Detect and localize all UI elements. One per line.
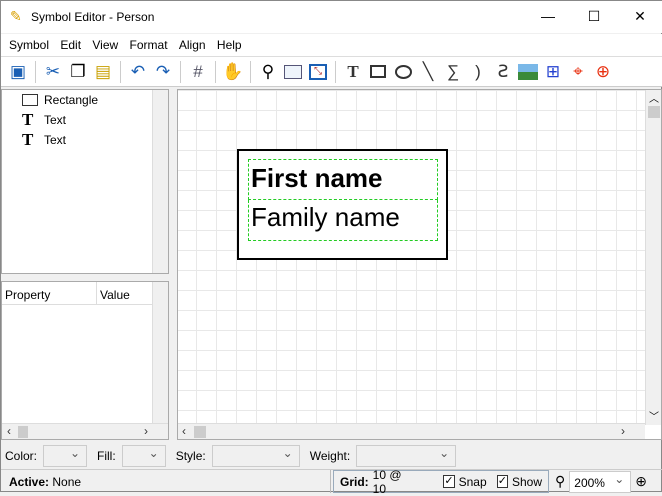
element-tree: Rectangle T Text T Text [1,89,169,274]
first-name-label: First name [251,163,383,193]
zoom-icon[interactable]: ⚲ [257,61,279,83]
line-tool-icon[interactable]: ╲ [417,61,439,83]
zoom-fit-icon[interactable]: ⤡ [307,61,329,83]
window-title: Symbol Editor - Person [31,10,155,24]
tree-item-text[interactable]: T Text [2,130,168,150]
rectangle-tool-icon[interactable] [367,61,389,83]
first-name-text[interactable]: First name [248,159,438,200]
tree-item-label: Rectangle [44,93,99,107]
active-value: None [52,475,82,489]
color-label: Color: [5,449,38,463]
redo-icon[interactable]: ↷ [152,61,174,83]
format-bar: Color: Fill: Style: Weight: [5,444,457,468]
grid-value: 10 @ 10 [372,467,402,496]
origin-tool-icon[interactable]: ⊕ [592,61,614,83]
grid-icon[interactable]: # [187,61,209,83]
style-label: Style: [175,449,206,463]
weight-label: Weight: [309,449,351,463]
snap-checkbox[interactable]: ✓ [443,475,455,488]
tree-item-rectangle[interactable]: Rectangle [2,90,168,110]
snap-label[interactable]: Snap [459,475,487,489]
zoom-out-icon[interactable]: ⚲ [555,473,565,490]
fill-select[interactable] [121,445,166,467]
menu-align[interactable]: Align [175,34,210,52]
menu-format[interactable]: Format [126,34,172,52]
close-button[interactable]: ✕ [617,1,662,31]
menu-view[interactable]: View [88,34,122,52]
property-vscrollbar[interactable] [152,282,168,424]
anchor-tool-icon[interactable]: ⌖ [567,61,589,83]
menu-help[interactable]: Help [213,34,246,52]
active-label: Active: [9,475,50,489]
color-select[interactable] [43,445,88,467]
grid-label: Grid: [340,474,369,489]
zoom-value: 200% [574,475,605,490]
save-icon[interactable]: ▣ [7,61,29,83]
scroll-left-icon[interactable]: ‹ [182,424,186,438]
show-checkbox[interactable]: ✓ [496,475,508,488]
family-name-text[interactable]: Family name [248,200,438,241]
scroll-right-icon[interactable]: › [621,424,625,438]
text-tool-icon[interactable]: T [342,61,364,83]
text-icon: T [22,130,34,149]
tree-item-label: Text [44,113,67,127]
pan-hand-icon[interactable]: ✋ [222,61,244,83]
undo-icon[interactable]: ↶ [127,61,149,83]
family-name-label: Family name [251,202,400,232]
menu-edit[interactable]: Edit [56,34,85,52]
scroll-left-icon[interactable]: ‹ [7,424,11,438]
arc-tool-icon[interactable]: ) [467,61,489,83]
drawing-canvas[interactable]: First name Family name ︿ ﹀ ‹ › [177,89,662,440]
show-label[interactable]: Show [512,475,542,489]
scroll-right-icon[interactable]: › [144,424,148,438]
canvas-grid[interactable]: First name Family name [178,90,645,425]
polyline-tool-icon[interactable]: ∑ [442,61,464,83]
canvas-vscrollbar[interactable]: ︿ ﹀ [645,90,661,425]
property-hscrollbar[interactable]: ‹ › [2,423,168,439]
tree-item-label: Text [44,133,67,147]
status-bar: Active: None Grid: 10 @ 10 ✓ Snap ✓ Show… [1,467,662,496]
maximize-button[interactable]: ☐ [571,1,617,31]
rectangle-icon [22,94,38,106]
zoom-page-icon[interactable] [282,61,304,83]
canvas-hscrollbar[interactable]: ‹ › [178,423,645,439]
text-icon: T [22,110,34,129]
style-select[interactable] [211,445,300,467]
toolbar: ▣ ✂ ❐ ▤ ↶ ↷ # ✋ ⚲ ⤡ T ╲ ∑ ) Ꙅ ⊞ ⌖ ⊕ [1,56,662,87]
scroll-down-icon[interactable]: ﹀ [649,408,659,423]
property-grid: Property Value ‹ › [1,281,169,440]
fill-label: Fill: [97,449,116,463]
image-tool-icon[interactable] [517,61,539,83]
tree-scrollbar[interactable] [152,90,168,273]
weight-select[interactable] [356,445,457,467]
property-column-header[interactable]: Property [2,282,97,304]
menu-bar: Symbol Edit View Format Align Help [1,34,662,56]
frame-tool-icon[interactable]: ⊞ [542,61,564,83]
scroll-up-icon[interactable]: ︿ [649,90,659,105]
zoom-in-icon[interactable]: ⊕ [635,473,647,490]
app-icon: ✎ [10,8,22,24]
minimize-button[interactable]: — [525,1,571,31]
copy-icon[interactable]: ❐ [67,61,89,83]
ellipse-tool-icon[interactable] [392,61,414,83]
value-column-header[interactable]: Value [97,282,133,304]
zoom-select[interactable]: 200% [569,470,632,493]
paste-icon[interactable]: ▤ [92,61,114,83]
menu-symbol[interactable]: Symbol [5,34,53,52]
title-bar: ✎ Symbol Editor - Person — ☐ ✕ [1,1,662,33]
cut-icon[interactable]: ✂ [42,61,64,83]
curve-tool-icon[interactable]: Ꙅ [492,61,514,83]
tree-item-text[interactable]: T Text [2,110,168,130]
